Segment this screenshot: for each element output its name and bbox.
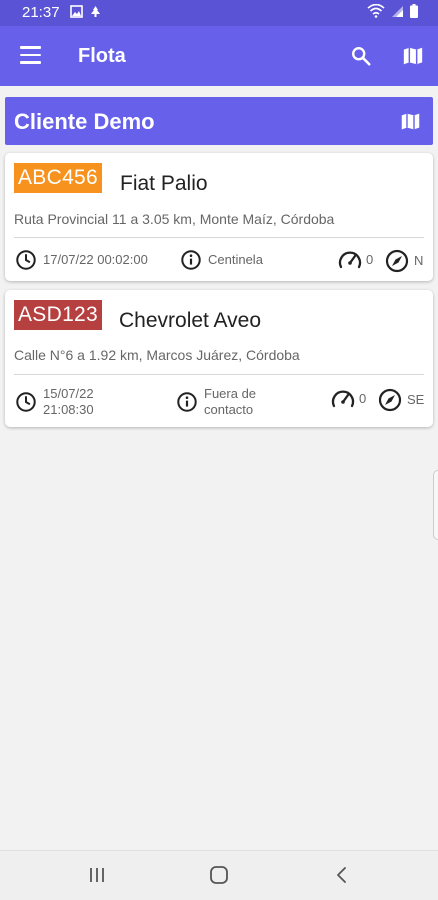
speed-info: 0 xyxy=(337,249,373,271)
divider xyxy=(14,374,424,375)
vehicle-state-line2: contacto xyxy=(204,402,254,417)
speed-info: 0 xyxy=(330,388,366,410)
status-time: 21:37 xyxy=(22,4,60,21)
app-title: Flota xyxy=(78,45,126,67)
vehicle-card[interactable]: ABC456 Fiat Palio Ruta Provincial 11 a 3… xyxy=(5,153,433,281)
compass-icon xyxy=(385,249,409,273)
vehicle-model: Chevrolet Aveo xyxy=(119,309,262,332)
vehicle-card[interactable]: ASD123 Chevrolet Aveo Calle N°6 a 1.92 k… xyxy=(5,290,433,427)
wifi-icon xyxy=(367,4,385,18)
vehicle-plate: ABC456 xyxy=(14,163,103,193)
status-bar: 21:37 xyxy=(0,0,438,26)
vehicle-address: Calle N°6 a 1.92 km, Marcos Juárez, Córd… xyxy=(14,347,300,363)
map-icon[interactable] xyxy=(402,45,424,67)
vehicle-heading: N xyxy=(414,253,424,268)
battery-icon xyxy=(410,4,418,18)
info-icon xyxy=(177,392,197,412)
datetime-info: 15/07/22 21:08:30 xyxy=(15,386,94,418)
state-info: Centinela xyxy=(180,249,263,271)
side-drawer-handle[interactable] xyxy=(433,470,438,540)
recent-apps-icon[interactable] xyxy=(88,865,106,885)
datetime-info: 17/07/22 00:02:00 xyxy=(15,249,148,271)
system-nav-bar xyxy=(0,850,438,900)
divider xyxy=(14,237,424,238)
gallery-icon xyxy=(70,5,83,18)
speedometer-icon xyxy=(338,251,362,269)
menu-icon[interactable] xyxy=(20,46,41,64)
info-icon xyxy=(181,250,201,270)
signal-icon xyxy=(392,5,403,17)
vehicle-datetime: 17/07/22 00:02:00 xyxy=(43,252,148,267)
vehicle-speed: 0 xyxy=(359,391,367,406)
speedometer-icon xyxy=(331,390,355,408)
app-bar: Flota xyxy=(0,26,438,86)
vehicle-model: Fiat Palio xyxy=(120,172,208,195)
clock-icon xyxy=(16,250,36,270)
search-icon[interactable] xyxy=(350,45,372,67)
compass-icon xyxy=(378,388,402,412)
vehicle-speed: 0 xyxy=(366,252,374,267)
notification-icon xyxy=(91,6,100,17)
vehicle-heading: SE xyxy=(407,392,425,407)
vehicle-address: Ruta Provincial 11 a 3.05 km, Monte Maíz… xyxy=(14,211,335,227)
heading-info: SE xyxy=(378,388,424,412)
vehicle-state: Centinela xyxy=(208,252,263,267)
vehicle-date: 15/07/22 xyxy=(43,386,94,401)
group-map-icon[interactable] xyxy=(400,111,421,132)
heading-info: N xyxy=(385,249,423,273)
vehicle-state-line1: Fuera de xyxy=(204,386,257,401)
vehicle-time: 21:08:30 xyxy=(43,402,94,417)
home-icon[interactable] xyxy=(209,865,229,885)
clock-icon xyxy=(16,392,36,412)
vehicle-plate: ASD123 xyxy=(14,300,103,330)
state-info: Fuera de contacto xyxy=(176,386,256,418)
group-name: Cliente Demo xyxy=(14,109,155,134)
back-icon[interactable] xyxy=(334,865,350,885)
group-header[interactable]: Cliente Demo xyxy=(5,97,433,145)
